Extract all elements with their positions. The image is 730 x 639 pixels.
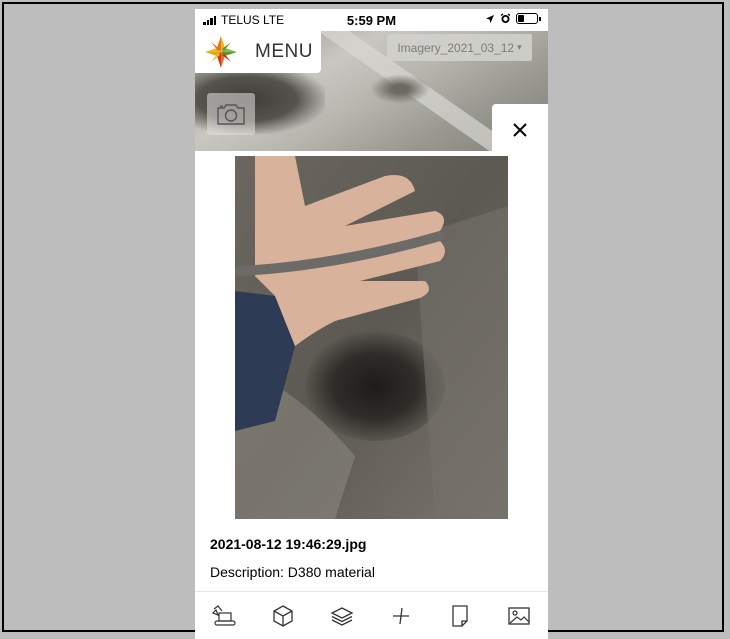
image-icon <box>507 607 530 625</box>
cube-icon <box>273 605 293 627</box>
alarm-clock-icon <box>500 13 511 23</box>
caret-down-icon: ▾ <box>517 42 522 52</box>
photo-description: Description: D380 material <box>210 564 375 580</box>
camera-button[interactable] <box>207 93 255 135</box>
bottom-toolbar <box>195 591 548 639</box>
status-bar: TELUS LTE 5:59 PM <box>195 9 548 31</box>
menu-label: MENU <box>255 41 313 62</box>
measure-button[interactable] <box>381 596 421 636</box>
phone-screen: TELUS LTE 5:59 PM MENU Imagery_2021_03_1… <box>195 9 548 639</box>
imagery-selector-label: Imagery_2021_03_12 <box>397 40 515 55</box>
map-feature <box>370 74 430 104</box>
screenshot-frame: TELUS LTE 5:59 PM MENU Imagery_2021_03_1… <box>2 2 724 639</box>
layers-icon <box>330 607 354 626</box>
menu-button[interactable]: MENU <box>195 31 321 73</box>
photo-detail-panel: 2021-08-12 19:46:29.jpg Description: D38… <box>195 151 548 591</box>
photo-filename: 2021-08-12 19:46:29.jpg <box>210 536 367 552</box>
document-icon <box>452 605 468 627</box>
status-right-icons <box>485 13 541 24</box>
layers-button[interactable] <box>322 596 362 636</box>
imagery-selector[interactable]: Imagery_2021_03_12 ▾ <box>387 34 532 61</box>
excavator-tool-button[interactable] <box>204 596 244 636</box>
excavator-icon <box>212 605 237 626</box>
3d-view-button[interactable] <box>263 596 303 636</box>
close-icon <box>513 123 527 137</box>
star-compass-logo <box>205 36 237 68</box>
camera-icon <box>217 104 245 125</box>
location-arrow-icon <box>486 14 494 23</box>
gallery-button[interactable] <box>499 596 539 636</box>
measure-icon <box>392 607 409 625</box>
document-button[interactable] <box>440 596 480 636</box>
soil-photo-illustration <box>235 156 508 519</box>
battery-icon <box>516 13 541 24</box>
close-button[interactable] <box>492 104 548 156</box>
site-photo[interactable] <box>235 156 508 519</box>
